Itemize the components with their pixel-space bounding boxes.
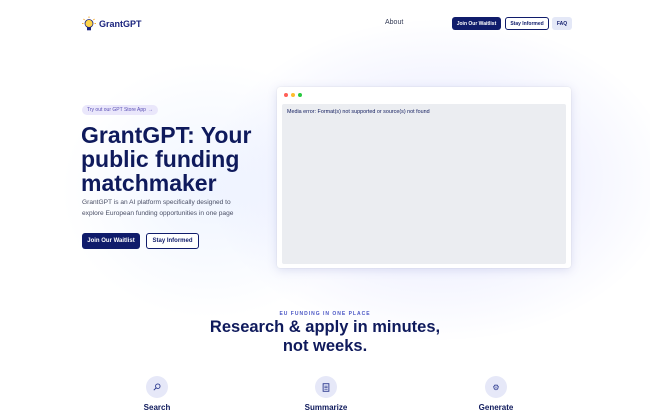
feature-summarize: Summarize (286, 376, 366, 412)
nav-join-waitlist-button[interactable]: Join Our Waitlist (452, 17, 501, 30)
hero-stay-informed-button[interactable]: Stay Informed (146, 233, 199, 249)
hero-subtitle: GrantGPT is an AI platform specifically … (82, 199, 234, 217)
video-player[interactable] (282, 104, 566, 264)
section-title: Research & apply in minutes, not weeks. (209, 318, 441, 355)
top-nav: GrantGPT About Join Our Waitlist Stay In… (0, 0, 650, 46)
window-minimize-dot (291, 93, 295, 97)
window-close-dot (284, 93, 288, 97)
arrow-right-icon: → (147, 107, 153, 113)
lightbulb-icon (82, 16, 96, 31)
logo-text: GrantGPT (99, 19, 142, 29)
media-error-message: Media error: Format(s) not supported or … (287, 109, 430, 115)
hero-join-waitlist-button[interactable]: Join Our Waitlist (82, 233, 140, 249)
logo[interactable]: GrantGPT (82, 16, 142, 32)
feature-label: Generate (478, 403, 514, 412)
gpt-store-pill-link[interactable]: Try out our GPT Store App → (82, 105, 158, 115)
pill-label: Try out our GPT Store App (87, 107, 146, 113)
feature-search: Search (117, 376, 197, 412)
search-icon (146, 376, 168, 398)
feature-generate: ⚙ Generate (456, 376, 536, 412)
nav-faq-button[interactable]: FAQ (552, 17, 572, 30)
nav-about-link[interactable]: About (385, 19, 403, 26)
feature-label: Search (143, 403, 171, 412)
gear-icon: ⚙ (485, 376, 507, 398)
hero-title: GrantGPT: Your public funding matchmaker (81, 122, 252, 196)
nav-stay-informed-button[interactable]: Stay Informed (505, 17, 549, 30)
document-icon (315, 376, 337, 398)
feature-label: Summarize (304, 403, 348, 412)
window-maximize-dot (298, 93, 302, 97)
section-eyebrow: EU FUNDING IN ONE PLACE (279, 311, 371, 317)
